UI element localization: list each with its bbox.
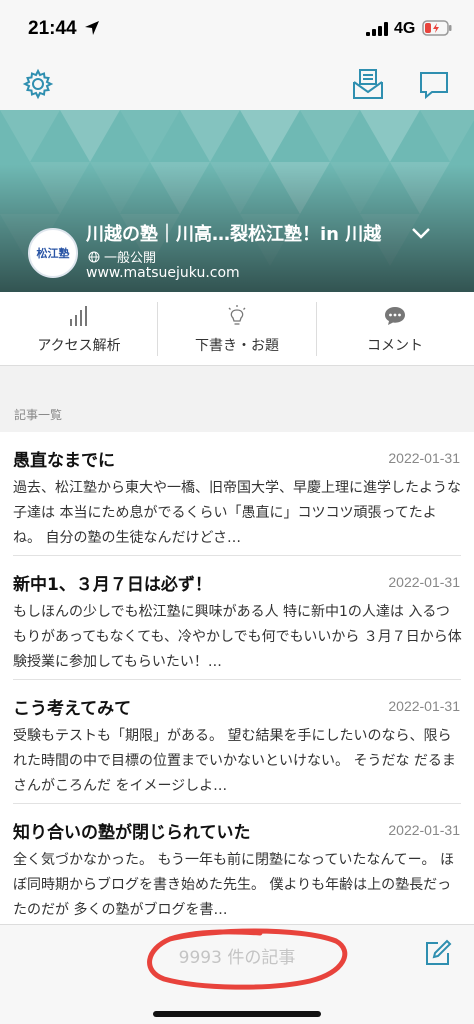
drafts-label: 下書き・お題 [195, 338, 279, 354]
article-title: 新中1、３月７日は必ず！ [13, 575, 212, 595]
chevron-down-icon[interactable] [410, 222, 432, 244]
status-bar: 21:44 4G [0, 0, 474, 56]
battery-icon [422, 20, 452, 36]
network-label: 4G [394, 20, 416, 37]
article-title: 愚直なまでに [13, 451, 115, 471]
list-item[interactable]: こう考えてみて 2022-01-31 受験もテストも「期限」がある。 望む結果を… [0, 680, 474, 804]
list-item[interactable]: 知り合いの塾が閉じられていた 2022-01-31 全く気づかなかった。 もう一… [0, 804, 474, 926]
red-circle-annotation [147, 928, 348, 990]
signal-icon [366, 22, 388, 36]
top-toolbar [0, 56, 474, 110]
list-item[interactable]: 新中1、３月７日は必ず！ 2022-01-31 もしほんの少しでも松江塾に興味が… [0, 556, 474, 680]
mail-icon[interactable] [352, 68, 384, 100]
article-excerpt: もしほんの少しでも松江塾に興味がある人 特に新中1の人達は 入るつもりがあっても… [13, 604, 462, 670]
avatar-text: 松江塾 [36, 247, 70, 260]
blog-title: 川越の塾｜川高…裂松江塾！in 川越 [86, 224, 382, 245]
section-label: 記事一覧 [14, 408, 63, 422]
article-date: 2022-01-31 [388, 574, 460, 590]
access-analytics-label: アクセス解析 [37, 338, 121, 354]
article-excerpt: 過去、松江塾から東大や一橋、旧帝国大学、早慶上理に進学したような子達は 本当にた… [13, 480, 461, 546]
access-analytics-button[interactable]: アクセス解析 [0, 292, 158, 366]
article-excerpt: 受験もテストも「期限」がある。 望む結果を手にしたいのなら、限られた時間の中で目… [13, 728, 456, 794]
comments-button[interactable]: コメント [316, 292, 474, 366]
compose-icon[interactable] [424, 939, 452, 967]
drafts-button[interactable]: 下書き・お題 [158, 292, 316, 366]
visibility-label: 一般公開 [104, 251, 157, 266]
article-title: 知り合いの塾が閉じられていた [13, 823, 251, 843]
article-excerpt: 全く気づかなかった。 もう一年も前に閉塾になっていたなんてー。 ほぼ同時期からブ… [13, 852, 454, 918]
location-arrow-icon [85, 21, 99, 35]
article-date: 2022-01-31 [388, 698, 460, 714]
home-indicator [153, 1011, 321, 1017]
bar-chart-icon [70, 306, 87, 326]
article-date: 2022-01-31 [388, 450, 460, 466]
chat-bubble-icon[interactable] [418, 68, 450, 100]
article-list: 愚直なまでに 2022-01-31 過去、松江塾から東大や一橋、旧帝国大学、早慶… [0, 432, 474, 926]
blog-header[interactable]: 松江塾 川越の塾｜川高…裂松江塾！in 川越 一般公開 www.matsueju… [0, 110, 474, 292]
action-bar: アクセス解析 下書き・お題 コメント [0, 292, 474, 366]
visibility-status: 一般公開 [88, 247, 156, 266]
blog-avatar: 松江塾 [28, 228, 78, 278]
bottom-bar: 9993 件の記事 [0, 924, 474, 1024]
comment-icon [385, 307, 405, 325]
article-date: 2022-01-31 [388, 822, 460, 838]
blog-url[interactable]: www.matsuejuku.com [86, 265, 240, 281]
lightbulb-icon [228, 305, 246, 325]
comments-label: コメント [367, 338, 423, 354]
status-time: 21:44 [28, 18, 77, 39]
gear-icon[interactable] [22, 68, 54, 100]
list-item[interactable]: 愚直なまでに 2022-01-31 過去、松江塾から東大や一橋、旧帝国大学、早慶… [0, 432, 474, 556]
globe-icon [88, 251, 100, 262]
article-title: こう考えてみて [13, 699, 132, 719]
